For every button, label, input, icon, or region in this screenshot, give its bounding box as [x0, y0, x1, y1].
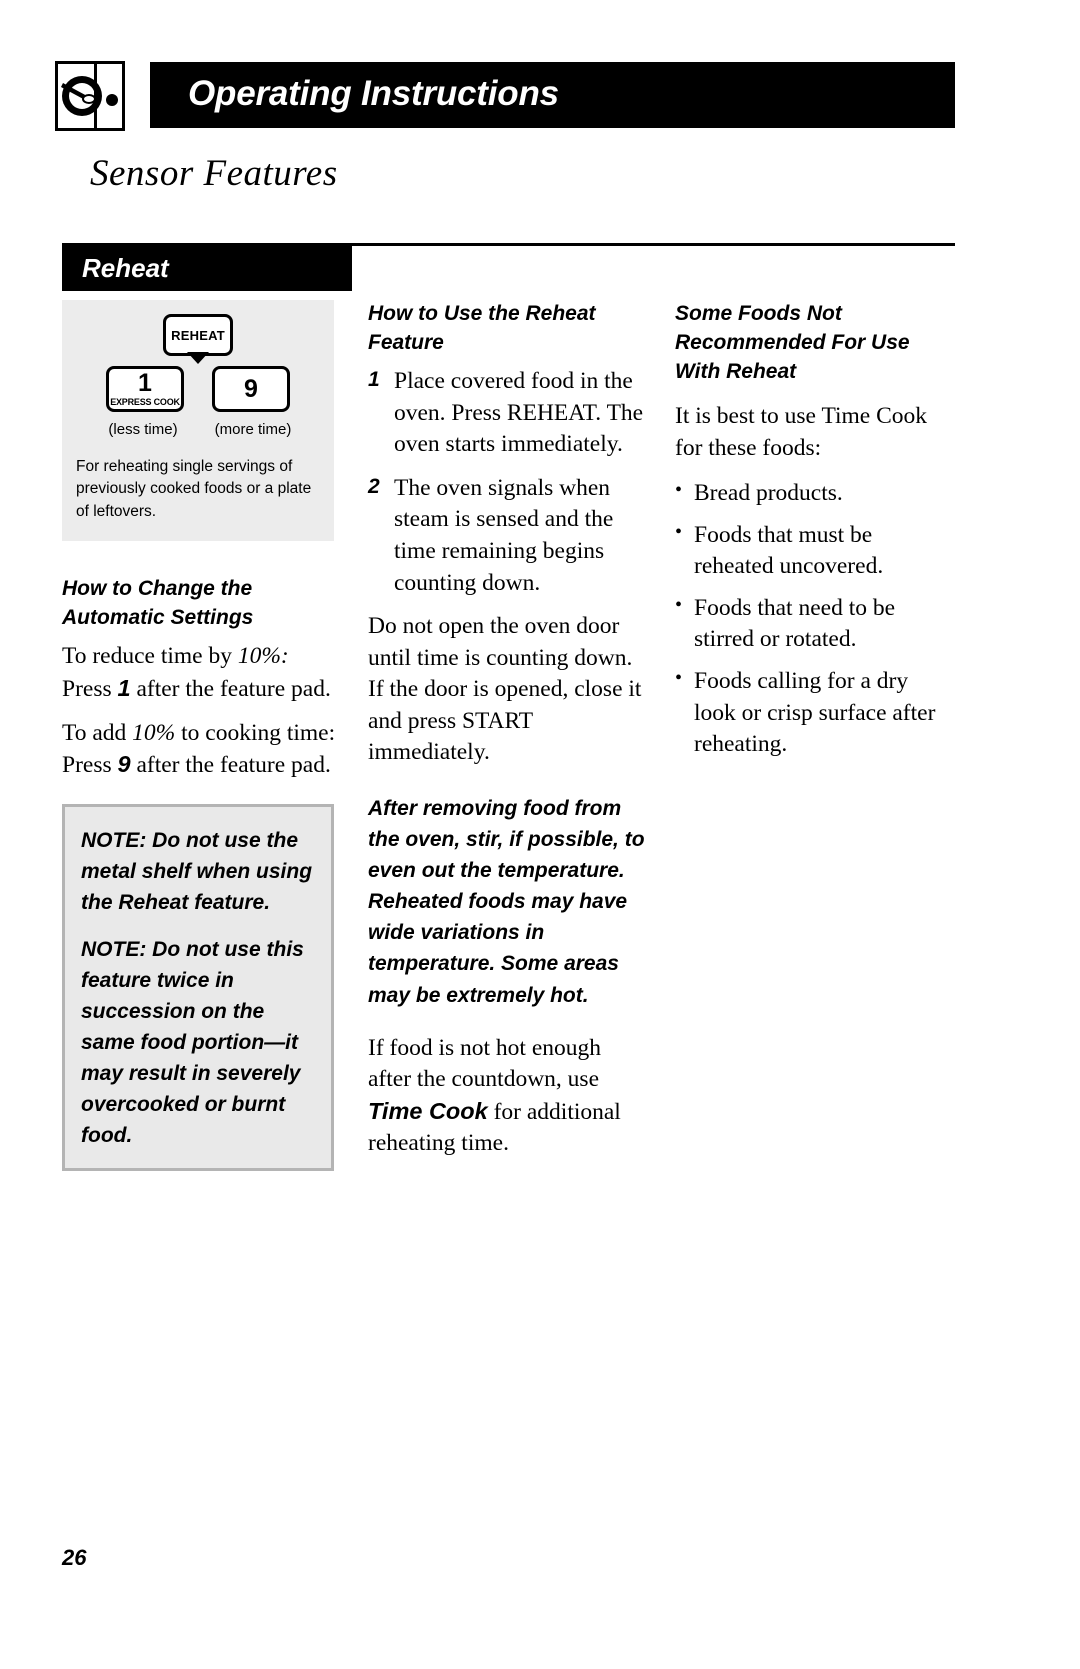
not-hot-enough-paragraph: If food is not hot enough after the coun… [368, 1033, 648, 1160]
stir-emphasis-paragraph: After removing food from the oven, stir,… [368, 797, 645, 1007]
step-text: Place covered food in the oven. Press RE… [394, 367, 644, 458]
microwave-oven-icon [55, 61, 125, 131]
note-1: NOTE: Do not use the metal shelf when us… [81, 828, 313, 914]
add-time-paragraph: To add 10% to cooking time: Press 9 afte… [62, 718, 340, 782]
reheat-key[interactable]: REHEAT [163, 314, 233, 364]
step-number: 2 [368, 474, 380, 498]
list-item: Foods that need to be stirred or rotated… [675, 592, 953, 656]
list-item: Foods that must be reheated uncovered. [675, 519, 953, 583]
key-9-number: 9 [244, 374, 258, 403]
page-number: 26 [62, 1545, 87, 1570]
right-column: Some Foods Not Recommended For Use With … [675, 300, 953, 771]
list-item: 2 The oven signals when steam is sensed … [368, 473, 648, 599]
reduce-key: 1 [117, 674, 131, 701]
left-column: REHEAT 1 EXPRESS COOK 9 (less time) (mor… [62, 300, 340, 1171]
left-column-heading: How to Change the Automatic Settings [62, 577, 254, 630]
header-bar: Operating Instructions [150, 62, 955, 128]
step-text: The oven signals when steam is sensed an… [394, 474, 614, 596]
more-time-caption: (more time) [214, 421, 292, 438]
pointer-arrow-icon [187, 352, 209, 364]
middle-column: How to Use the Reheat Feature 1 Place co… [368, 300, 648, 1172]
reduce-time-paragraph: To reduce time by 10%: Press 1 after the… [62, 641, 340, 705]
right-column-heading: Some Foods Not Recommended For Use With … [675, 302, 910, 383]
key-1-number: 1 [138, 369, 152, 397]
reheat-key-row: REHEAT [62, 314, 334, 364]
control-panel-illustration: REHEAT 1 EXPRESS COOK 9 (less time) (mor… [62, 300, 334, 542]
list-item: Bread products. [675, 477, 953, 510]
key-1-sublabel: EXPRESS COOK [110, 397, 180, 407]
reheat-key-label: REHEAT [171, 327, 225, 343]
add-key: 9 [117, 751, 131, 778]
number-9-key[interactable]: 9 [212, 366, 290, 412]
add-emphasis: 10% [132, 719, 176, 746]
note-box: NOTE: Do not use the metal shelf when us… [62, 803, 334, 1171]
not-recommended-list: Bread products. Foods that must be rehea… [675, 477, 953, 761]
key-captions: (less time) (more time) [62, 421, 334, 438]
list-item: Foods calling for a dry look or crisp su… [675, 665, 953, 761]
middle-column-heading: How to Use the Reheat Feature [368, 302, 596, 354]
number-key-row: 1 EXPRESS COOK 9 [62, 366, 334, 412]
less-time-caption: (less time) [108, 421, 178, 438]
add-pre: To add [62, 719, 133, 746]
reduce-pre: To reduce time by [62, 643, 238, 670]
feature-label-text: Reheat [82, 252, 169, 283]
add-post: after the feature pad. [130, 752, 331, 779]
step-number: 1 [368, 367, 380, 391]
door-warning-paragraph: Do not open the oven door until time is … [368, 613, 642, 766]
reduce-post: after the feature pad. [130, 675, 331, 702]
not-hot-pre: If food is not hot enough after the coun… [368, 1034, 602, 1093]
page-title: Operating Instructions [188, 74, 559, 114]
feature-label-banner: Reheat [62, 246, 352, 291]
note-2: NOTE: Do not use this feature twice in s… [81, 937, 304, 1148]
page-header: Operating Instructions [55, 60, 955, 132]
document-page: Operating Instructions Sensor Features R… [0, 0, 1080, 1669]
express-cook-1-key[interactable]: 1 EXPRESS COOK [106, 366, 184, 412]
control-panel-description: For reheating single servings of previou… [76, 458, 312, 520]
not-recommended-intro: It is best to use Time Cook for these fo… [675, 402, 928, 461]
section-title: Sensor Features [90, 153, 338, 194]
reduce-emphasis: 10%: [237, 643, 289, 670]
reduce-mid: Press [62, 675, 118, 702]
list-item: 1 Place covered food in the oven. Press … [368, 366, 648, 461]
time-cook-reference: Time Cook [368, 1097, 488, 1124]
reheat-steps-list: 1 Place covered food in the oven. Press … [368, 366, 648, 599]
